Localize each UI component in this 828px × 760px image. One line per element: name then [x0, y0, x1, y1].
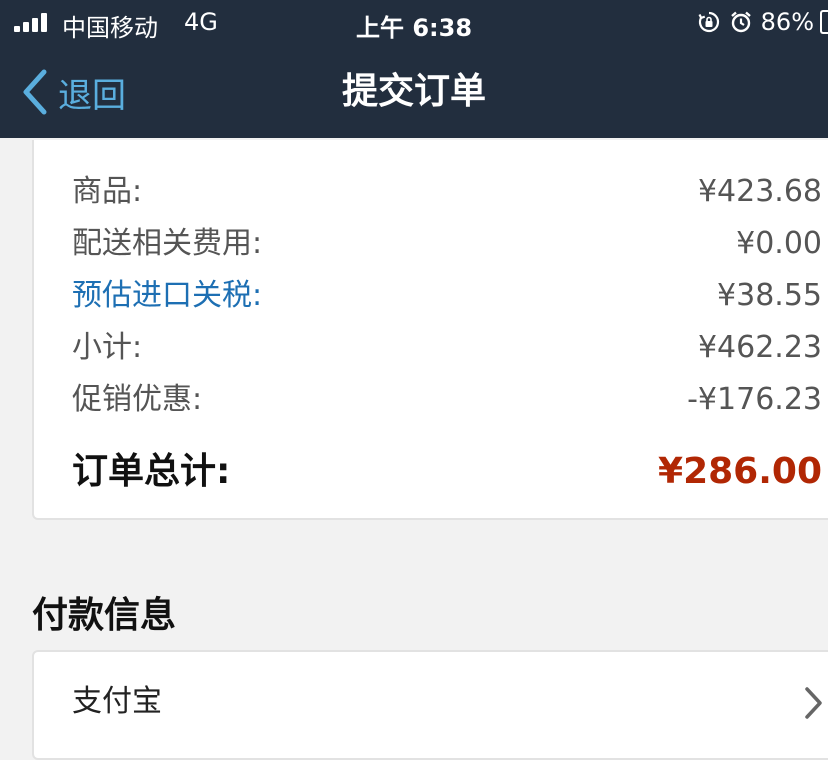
- payment-method-label: 支付宝: [72, 684, 162, 719]
- summary-value: -¥176.23: [687, 382, 822, 417]
- battery-icon: [820, 10, 828, 34]
- status-right-group: 86%: [697, 7, 828, 37]
- summary-label: 配送相关费用:: [72, 226, 263, 261]
- summary-value: ¥462.23: [697, 330, 822, 365]
- summary-row-promotion: 促销优惠: -¥176.23: [72, 378, 822, 422]
- rotation-lock-icon: [698, 11, 719, 33]
- order-total-value: ¥286.00: [658, 451, 822, 492]
- summary-value: ¥0.00: [736, 226, 822, 261]
- payment-section-title: 付款信息: [32, 595, 177, 636]
- summary-row-shipping: 配送相关费用: ¥0.00: [72, 222, 822, 266]
- order-total-label: 订单总计:: [72, 451, 231, 492]
- page-title: 提交订单: [341, 71, 486, 112]
- summary-row-import-duty: 预估进口关税: ¥38.55: [72, 274, 822, 318]
- import-duty-link[interactable]: 预估进口关税:: [72, 274, 262, 318]
- order-total-row: 订单总计: ¥286.00: [72, 444, 822, 500]
- summary-row-subtotal: 小计: ¥462.23: [72, 326, 822, 370]
- nav-bar: 退回 提交订单: [0, 46, 828, 138]
- summary-value: ¥38.55: [717, 278, 822, 313]
- summary-row-items: 商品: ¥423.68: [72, 170, 822, 214]
- battery-percent: 86%: [760, 8, 814, 36]
- payment-method-row[interactable]: 支付宝: [32, 650, 828, 760]
- alarm-icon: [730, 11, 751, 33]
- chevron-right-icon: [805, 687, 822, 719]
- summary-value: ¥423.68: [697, 174, 822, 209]
- summary-label: 小计:: [72, 330, 143, 365]
- summary-label: 商品:: [72, 174, 143, 209]
- summary-label: 促销优惠:: [72, 382, 203, 417]
- status-bar: 中国移动 4G 上午 6:38 86%: [0, 0, 828, 46]
- order-summary-card: 商品: ¥423.68 配送相关费用: ¥0.00 预估进口关税: ¥38.55…: [32, 140, 828, 520]
